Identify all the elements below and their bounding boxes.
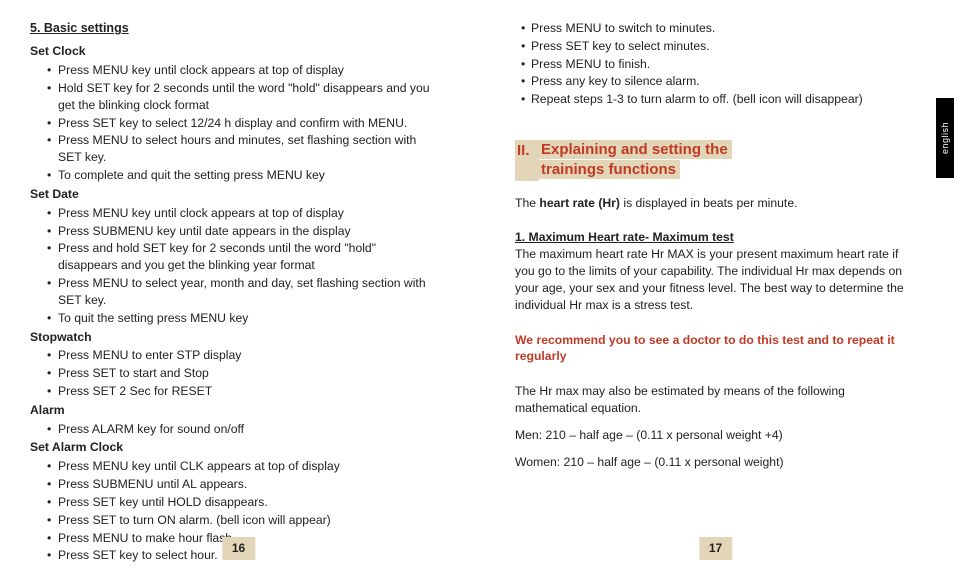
- page-number: 17: [699, 537, 732, 560]
- formula-women: Women: 210 – half age – (0.11 x personal…: [515, 454, 906, 471]
- group-head: Set Date: [30, 186, 431, 203]
- list-item: Press MENU to enter STP display: [47, 347, 431, 364]
- bullet-list: Press MENU key until clock appears at to…: [30, 205, 431, 327]
- list-item: Press and hold SET key for 2 seconds unt…: [47, 240, 431, 274]
- list-item: Press SET to turn ON alarm. (bell icon w…: [47, 512, 431, 529]
- group-head: Set Clock: [30, 43, 431, 60]
- bullet-list: Press MENU to enter STP display Press SE…: [30, 347, 431, 399]
- chapter-title: Explaining and setting the trainings fun…: [539, 140, 732, 181]
- list-item: To complete and quit the setting press M…: [47, 167, 431, 184]
- list-item: Press MENU key until clock appears at to…: [47, 62, 431, 79]
- text-bold: heart rate (Hr): [539, 196, 620, 210]
- bullet-list-continued: Press MENU to switch to minutes. Press S…: [515, 20, 906, 108]
- list-item: Press SET key to select minutes.: [521, 38, 906, 55]
- list-item: Press SET 2 Sec for RESET: [47, 383, 431, 400]
- text: is displayed in beats per minute.: [620, 196, 798, 210]
- page-spread: 5. Basic settings Set Clock Press MENU k…: [0, 0, 954, 574]
- formula-men: Men: 210 – half age – (0.11 x personal w…: [515, 427, 906, 444]
- group-set-date: Set Date Press MENU key until clock appe…: [30, 186, 431, 327]
- estimate-intro: The Hr max may also be estimated by mean…: [515, 383, 906, 417]
- group-head: Set Alarm Clock: [30, 439, 431, 456]
- group-set-clock: Set Clock Press MENU key until clock app…: [30, 43, 431, 184]
- group-stopwatch: Stopwatch Press MENU to enter STP displa…: [30, 329, 431, 400]
- list-item: Press any key to silence alarm.: [521, 73, 906, 90]
- list-item: Press ALARM key for sound on/off: [47, 421, 431, 438]
- list-item: Press SUBMENU key until date appears in …: [47, 223, 431, 240]
- list-item: Press SET key until HOLD disappears.: [47, 494, 431, 511]
- subsection-heading: 1. Maximum Heart rate- Maximum test: [515, 229, 906, 246]
- chapter-title-line: Explaining and setting the: [539, 140, 732, 159]
- text: The: [515, 196, 539, 210]
- list-item: Press SET key to select 12/24 h display …: [47, 115, 431, 132]
- list-item: Press MENU to select year, month and day…: [47, 275, 431, 309]
- list-item: Press SUBMENU until AL appears.: [47, 476, 431, 493]
- chapter-title-line: trainings functions: [539, 160, 680, 179]
- page-right: Press MENU to switch to minutes. Press S…: [477, 0, 954, 574]
- list-item: Press MENU key until CLK appears at top …: [47, 458, 431, 475]
- list-item: Press MENU to select hours and minutes, …: [47, 132, 431, 166]
- list-item: Press MENU to switch to minutes.: [521, 20, 906, 37]
- bullet-list: Press MENU key until clock appears at to…: [30, 62, 431, 184]
- list-item: Press SET to start and Stop: [47, 365, 431, 382]
- page-left: 5. Basic settings Set Clock Press MENU k…: [0, 0, 477, 574]
- list-item: Press MENU key until clock appears at to…: [47, 205, 431, 222]
- list-item: To quit the setting press MENU key: [47, 310, 431, 327]
- page-number: 16: [222, 537, 255, 560]
- section-heading: 5. Basic settings: [30, 20, 431, 37]
- group-alarm: Alarm Press ALARM key for sound on/off: [30, 402, 431, 438]
- list-item: Press MENU to finish.: [521, 56, 906, 73]
- list-item: Repeat steps 1-3 to turn alarm to off. (…: [521, 91, 906, 108]
- max-heart-rate-body: The maximum heart rate Hr MAX is your pr…: [515, 246, 906, 313]
- bullet-list: Press ALARM key for sound on/off: [30, 421, 431, 438]
- doctor-warning: We recommend you to see a doctor to do t…: [515, 332, 906, 366]
- group-head: Stopwatch: [30, 329, 431, 346]
- chapter-number: II.: [515, 140, 539, 181]
- list-item: Hold SET key for 2 seconds until the wor…: [47, 80, 431, 114]
- language-tab: english: [936, 98, 954, 178]
- group-head: Alarm: [30, 402, 431, 419]
- chapter-heading: II. Explaining and setting the trainings…: [515, 140, 906, 181]
- heart-rate-intro: The heart rate (Hr) is displayed in beat…: [515, 195, 906, 212]
